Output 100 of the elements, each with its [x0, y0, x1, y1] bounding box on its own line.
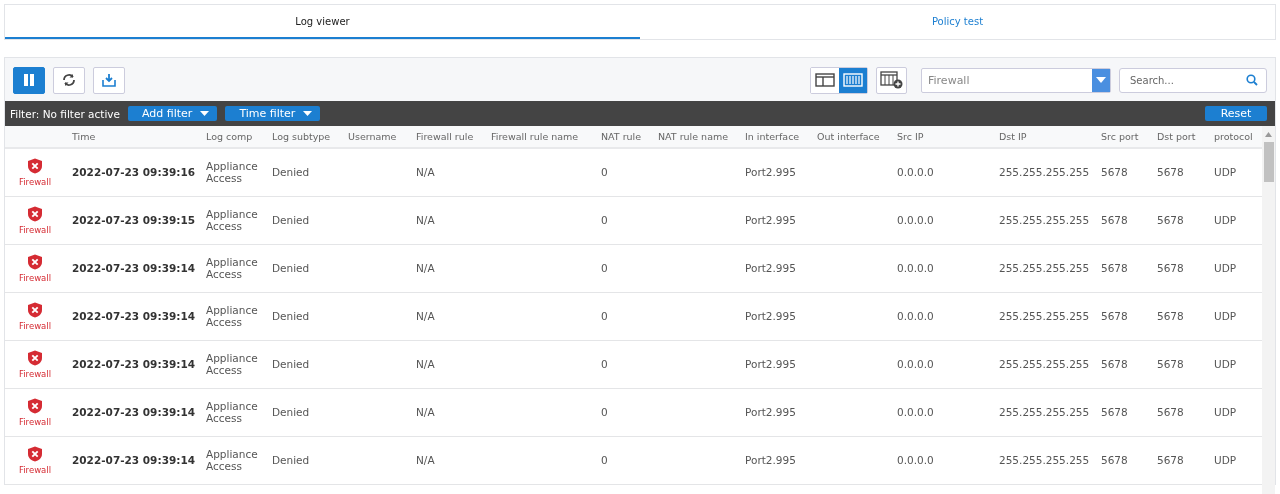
caret-icon	[1096, 77, 1106, 83]
table-cell: Port2.995	[745, 454, 796, 466]
table-cell: UDP	[1214, 262, 1237, 274]
table-cell: 0.0.0.0	[897, 406, 934, 418]
table-cell: UDP	[1214, 406, 1237, 418]
module-label: Firewall	[18, 465, 52, 475]
table-cell: 5678	[1101, 310, 1128, 322]
table-cell: 0.0.0.0	[897, 310, 934, 322]
table-cell: 2022-07-23 09:39:14	[72, 262, 196, 274]
column-header[interactable]: Src IP	[897, 131, 924, 142]
table-cell: 0.0.0.0	[897, 262, 934, 274]
table-cell: UDP	[1214, 166, 1237, 178]
table-cell: Port2.995	[745, 166, 796, 178]
table-cell: Denied	[272, 214, 310, 226]
tab[interactable]: Policy test	[640, 5, 1275, 39]
scrollbar[interactable]	[1262, 126, 1275, 494]
table-cell: Appliance Access	[206, 400, 258, 424]
table-cell: UDP	[1214, 310, 1237, 322]
table-cell: Denied	[272, 358, 310, 370]
table-cell: Port2.995	[745, 310, 796, 322]
pause-icon	[23, 74, 35, 86]
refresh-button[interactable]	[53, 66, 85, 94]
table-cell: 5678	[1157, 358, 1184, 370]
table-cell: 0	[601, 310, 608, 322]
scroll-thumb[interactable]	[1263, 142, 1274, 182]
table-cell: 5678	[1101, 406, 1128, 418]
table-cell: Port2.995	[745, 358, 796, 370]
shield-icon	[27, 158, 43, 174]
table-cell: Denied	[272, 406, 310, 418]
table-cell: 0.0.0.0	[897, 166, 934, 178]
table-cell: Appliance Access	[206, 304, 258, 328]
table-cell: Appliance Access	[206, 352, 258, 376]
table-cell: Appliance Access	[206, 448, 258, 472]
table-cell: 5678	[1101, 262, 1128, 274]
table-cell: 0.0.0.0	[897, 214, 934, 226]
scroll-up-icon[interactable]	[1265, 132, 1272, 137]
column-header[interactable]: Dst IP	[999, 131, 1027, 142]
download-button[interactable]	[93, 66, 125, 94]
table-cell: 255.255.255.255	[999, 214, 1090, 226]
table-cell: Denied	[272, 454, 310, 466]
table-cell: 5678	[1157, 262, 1184, 274]
table-cell: Port2.995	[745, 406, 796, 418]
table-cell: N/A	[416, 454, 435, 466]
module-label: Firewall	[18, 225, 52, 235]
table-cell: 5678	[1101, 358, 1128, 370]
module-label: Firewall	[18, 369, 52, 379]
table-cell: N/A	[416, 310, 435, 322]
table-cell: Denied	[272, 262, 310, 274]
table-cell: 255.255.255.255	[999, 454, 1090, 466]
column-header[interactable]: Time	[72, 131, 96, 142]
table-cell: 2022-07-23 09:39:14	[72, 406, 196, 418]
module-label: Firewall	[18, 321, 52, 331]
module-label: Firewall	[18, 273, 52, 283]
table-cell: Appliance Access	[206, 256, 258, 280]
table-cell: 5678	[1101, 454, 1128, 466]
filter-status: Filter: No filter active	[10, 107, 120, 120]
caret-icon	[200, 111, 210, 116]
module-label: Firewall	[18, 177, 52, 187]
table-cell: N/A	[416, 406, 435, 418]
table-cell: 5678	[1157, 310, 1184, 322]
add-column-button[interactable]	[876, 66, 907, 94]
table-cell: 0	[601, 262, 608, 274]
download-icon	[101, 72, 117, 88]
table-cell: 255.255.255.255	[999, 262, 1090, 274]
column-view-button[interactable]	[839, 67, 867, 93]
module-label: Firewall	[18, 417, 52, 427]
reset-button[interactable]: Reset	[1205, 106, 1267, 121]
table-cell: 2022-07-23 09:39:15	[72, 214, 196, 226]
table-cell: 5678	[1101, 214, 1128, 226]
table-cell: UDP	[1214, 214, 1237, 226]
shield-icon	[27, 398, 43, 414]
panel-view-button[interactable]	[811, 67, 839, 93]
table-cell: Appliance Access	[206, 160, 258, 184]
table-cell: Port2.995	[745, 214, 796, 226]
time-filter-button[interactable]: Time filter	[225, 106, 321, 121]
shield-icon	[27, 446, 43, 462]
table-cell: 0.0.0.0	[897, 358, 934, 370]
tab[interactable]: Log viewer	[5, 5, 640, 39]
table-cell: 5678	[1157, 214, 1184, 226]
table-cell: 255.255.255.255	[999, 166, 1090, 178]
table-cell: Denied	[272, 310, 310, 322]
table-cell: 0	[601, 214, 608, 226]
table-cell: 0.0.0.0	[897, 454, 934, 466]
table-cell: 0	[601, 358, 608, 370]
table-cell: UDP	[1214, 454, 1237, 466]
refresh-icon	[62, 73, 76, 87]
table-cell: N/A	[416, 166, 435, 178]
table-cell: 0	[601, 406, 608, 418]
module-select[interactable]: Firewall	[921, 67, 1111, 93]
add-filter-button[interactable]: Add filter	[128, 106, 218, 121]
table-cell: 0	[601, 166, 608, 178]
shield-icon	[27, 350, 43, 366]
table-cell: 5678	[1157, 406, 1184, 418]
search-field[interactable]: Search...	[1119, 67, 1267, 93]
pause-button[interactable]	[13, 66, 45, 94]
table-cell: 255.255.255.255	[999, 358, 1090, 370]
table-cell: N/A	[416, 358, 435, 370]
table-cell: 255.255.255.255	[999, 406, 1090, 418]
table-cell: 2022-07-23 09:39:14	[72, 310, 196, 322]
shield-icon	[27, 302, 43, 318]
